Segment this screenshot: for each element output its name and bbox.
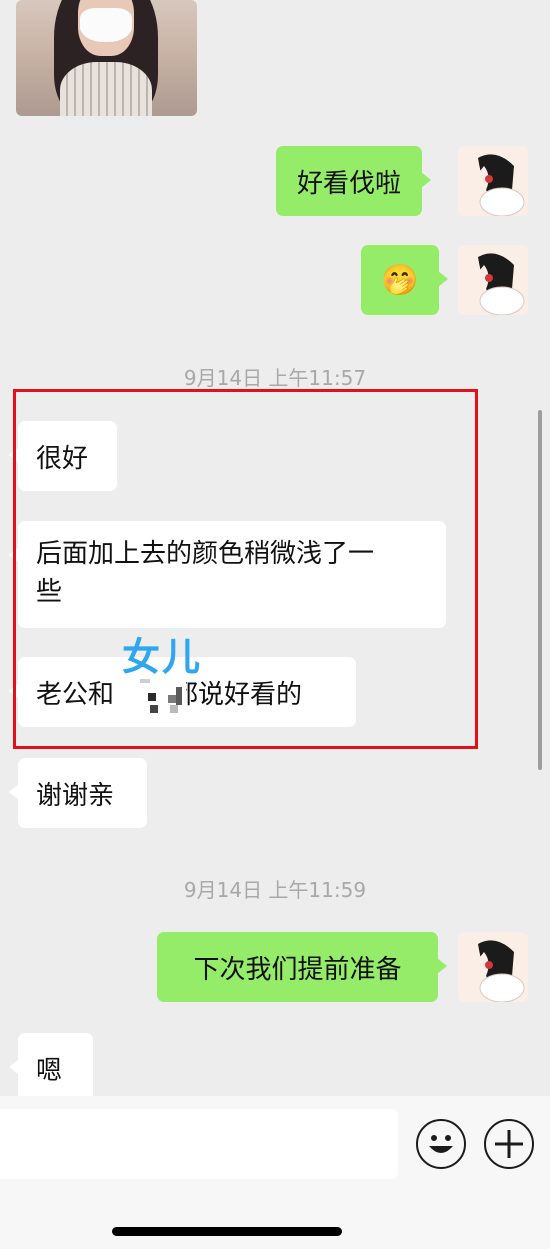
my-avatar[interactable] <box>458 146 528 216</box>
avatar-cartoon-icon <box>476 253 525 315</box>
timestamp: 9月14日 上午11:59 <box>183 878 367 902</box>
message-bubble-sent[interactable]: 🤭 <box>361 245 448 315</box>
message-bubble-sent[interactable]: 下次我们提前准备 <box>157 932 447 1002</box>
plus-icon[interactable] <box>484 1119 534 1169</box>
message-bubble-received[interactable]: 谢谢亲 <box>9 758 147 828</box>
message-bubble-received[interactable]: 嗯 <box>9 1033 93 1103</box>
scrollbar[interactable] <box>538 410 542 770</box>
home-indicator[interactable] <box>112 1227 342 1236</box>
smiley-icon[interactable] <box>416 1119 466 1169</box>
message-input[interactable] <box>0 1109 398 1179</box>
message-bubble-sent[interactable]: 好看伐啦 <box>276 146 431 216</box>
my-avatar[interactable] <box>458 245 528 315</box>
highlight-box <box>13 389 478 749</box>
emoji-text: 🤭 <box>381 262 419 298</box>
my-avatar[interactable] <box>458 932 528 1002</box>
message-text: 谢谢亲 <box>36 780 115 811</box>
received-photo[interactable] <box>16 0 197 116</box>
message-text: 嗯 <box>36 1055 63 1086</box>
timestamp: 9月14日 上午11:57 <box>183 366 367 390</box>
message-text: 下次我们提前准备 <box>193 954 402 985</box>
avatar-cartoon-icon <box>476 940 525 1002</box>
avatar-cartoon-icon <box>476 154 525 216</box>
message-text: 好看伐啦 <box>296 168 401 199</box>
annotation-label: 女儿 <box>122 635 203 679</box>
